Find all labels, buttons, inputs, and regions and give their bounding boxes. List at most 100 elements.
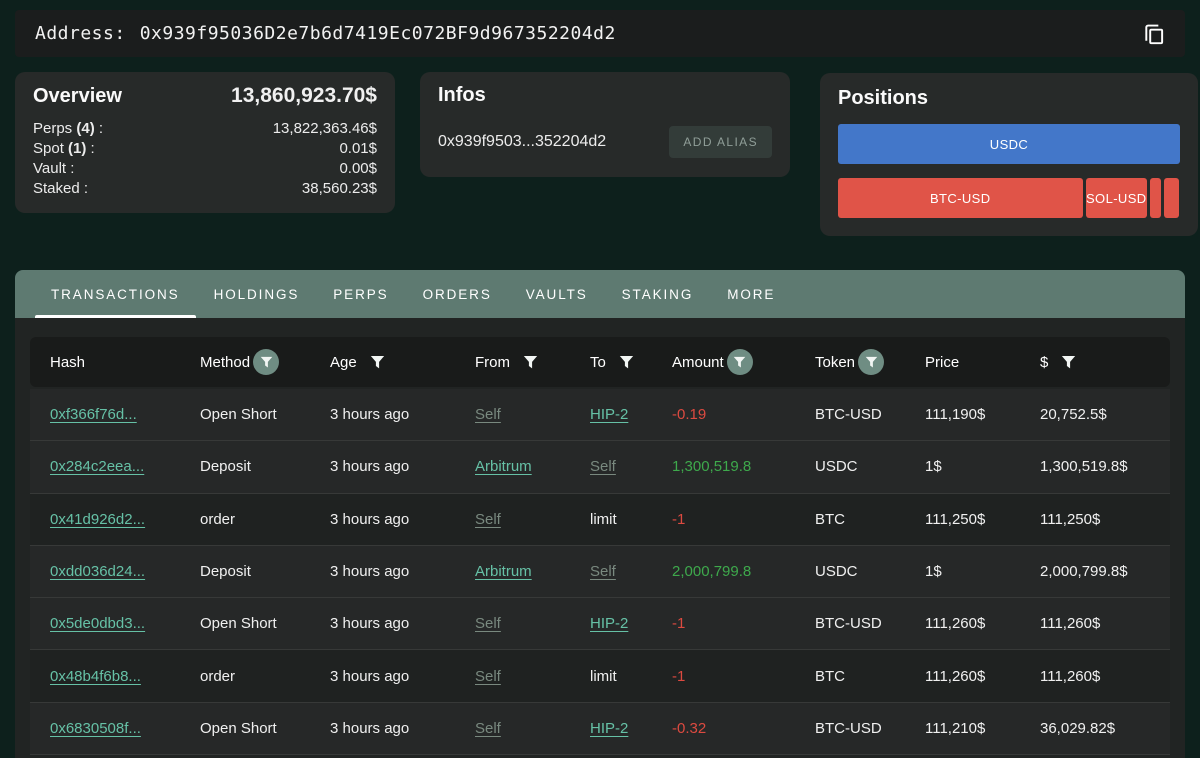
copy-icon xyxy=(1141,21,1167,47)
hash-cell: 0x284c2eea... xyxy=(50,458,200,475)
from-link[interactable]: Self xyxy=(475,406,501,423)
hash-link[interactable]: 0xdd036d24... xyxy=(50,563,145,580)
filter-icon[interactable] xyxy=(523,355,538,370)
long-positions-bar: USDC xyxy=(838,124,1180,164)
column-header-method: Method xyxy=(200,349,330,375)
tab-bar: TRANSACTIONSHOLDINGSPERPSORDERSVAULTSSTA… xyxy=(15,270,1185,318)
filter-icon[interactable] xyxy=(1061,355,1076,370)
from-link[interactable]: Self xyxy=(475,511,501,528)
tab-holdings[interactable]: HOLDINGS xyxy=(197,270,317,318)
address-bar: Address: 0x939f95036D2e7b6d7419Ec072BF9d… xyxy=(15,10,1185,57)
table-row: 0x41d926d2...order3 hours agoSelflimit-1… xyxy=(30,494,1170,546)
stat-suffix: : xyxy=(66,160,74,177)
method-cell: Deposit xyxy=(200,458,330,475)
token-cell: BTC xyxy=(815,668,925,685)
price-cell: 111,250$ xyxy=(925,511,1040,528)
overview-stat-row: Perps (4) :13,822,363.46$ xyxy=(33,119,377,139)
token-cell: BTC-USD xyxy=(815,406,925,423)
age-cell: 3 hours ago xyxy=(330,563,475,580)
column-header-to: To xyxy=(590,354,672,371)
from-cell: Self xyxy=(475,615,590,632)
from-link[interactable]: Self xyxy=(475,615,501,632)
from-link[interactable]: Self xyxy=(475,720,501,737)
hash-cell: 0x48b4f6b8... xyxy=(50,668,200,685)
filter-icon[interactable] xyxy=(253,349,279,375)
token-cell: USDC xyxy=(815,458,925,475)
add-alias-button[interactable]: ADD ALIAS xyxy=(669,126,772,158)
overview-stat-row: Spot (1) :0.01$ xyxy=(33,139,377,159)
table-body: 0xf366f76d...Open Short3 hours agoSelfHI… xyxy=(30,389,1170,755)
price-cell: 1$ xyxy=(925,563,1040,580)
to-link[interactable]: HIP-2 xyxy=(590,720,628,737)
token-cell: BTC-USD xyxy=(815,720,925,737)
to: limit xyxy=(590,511,617,528)
method-cell: order xyxy=(200,668,330,685)
column-label: Hash xyxy=(50,354,85,371)
copy-address-button[interactable] xyxy=(1139,19,1169,49)
from-link[interactable]: Arbitrum xyxy=(475,563,532,580)
address-text: Address: 0x939f95036D2e7b6d7419Ec072BF9d… xyxy=(35,23,616,44)
overview-stat-row: Staked : 38,560.23$ xyxy=(33,179,377,199)
column-label: Price xyxy=(925,354,959,371)
age-cell: 3 hours ago xyxy=(330,615,475,632)
hash-cell: 0x41d926d2... xyxy=(50,511,200,528)
hash-cell: 0xdd036d24... xyxy=(50,563,200,580)
stat-name: Staked xyxy=(33,180,80,197)
column-header-price: Price xyxy=(925,354,1040,371)
from-link[interactable]: Arbitrum xyxy=(475,458,532,475)
infos-card: Infos 0x939f9503...352204d2 ADD ALIAS xyxy=(420,72,790,177)
overview-stat-value: 38,560.23$ xyxy=(302,179,377,199)
stat-suffix: : xyxy=(80,180,88,197)
usd-cell: 111,260$ xyxy=(1040,668,1170,685)
column-header-age: Age xyxy=(330,354,475,371)
tab-vaults[interactable]: VAULTS xyxy=(509,270,605,318)
to-link[interactable]: Self xyxy=(590,458,616,475)
column-header-hash: Hash xyxy=(50,354,200,371)
hash-link[interactable]: 0x284c2eea... xyxy=(50,458,144,475)
filter-icon[interactable] xyxy=(619,355,634,370)
column-label: Age xyxy=(330,354,357,371)
filter-icon[interactable] xyxy=(858,349,884,375)
position-segment[interactable] xyxy=(1164,178,1179,218)
to-cell: limit xyxy=(590,511,672,528)
hash-link[interactable]: 0x48b4f6b8... xyxy=(50,668,141,685)
position-segment[interactable]: SOL-USD xyxy=(1086,178,1148,218)
hash-link[interactable]: 0xf366f76d... xyxy=(50,406,137,423)
price-cell: 111,190$ xyxy=(925,406,1040,423)
overview-stat-label: Staked : xyxy=(33,179,88,199)
from-cell: Arbitrum xyxy=(475,458,590,475)
hash-link[interactable]: 0x6830508f... xyxy=(50,720,141,737)
amount-cell: 1,300,519.8 xyxy=(672,458,815,475)
column-header-token: Token xyxy=(815,349,925,375)
method-cell: Open Short xyxy=(200,615,330,632)
overview-title: Overview xyxy=(33,85,122,108)
to-link[interactable]: HIP-2 xyxy=(590,615,628,632)
to-cell: limit xyxy=(590,668,672,685)
filter-icon[interactable] xyxy=(370,355,385,370)
from-link[interactable]: Self xyxy=(475,668,501,685)
hash-link[interactable]: 0x41d926d2... xyxy=(50,511,145,528)
tab-transactions[interactable]: TRANSACTIONS xyxy=(34,270,197,318)
filter-icon[interactable] xyxy=(727,349,753,375)
positions-bars: USDC BTC-USDSOL-USD xyxy=(838,124,1180,218)
from-cell: Self xyxy=(475,406,590,423)
address-value: 0x939f95036D2e7b6d7419Ec072BF9d967352204… xyxy=(140,23,616,44)
to-link[interactable]: Self xyxy=(590,563,616,580)
from-cell: Self xyxy=(475,668,590,685)
to-link[interactable]: HIP-2 xyxy=(590,406,628,423)
tab-more[interactable]: MORE xyxy=(710,270,792,318)
from-cell: Self xyxy=(475,720,590,737)
tab-orders[interactable]: ORDERS xyxy=(406,270,509,318)
positions-title: Positions xyxy=(838,87,928,109)
usd-cell: 36,029.82$ xyxy=(1040,720,1170,737)
hash-cell: 0x6830508f... xyxy=(50,720,200,737)
to: limit xyxy=(590,668,617,685)
positions-card: Positions USDC BTC-USDSOL-USD xyxy=(820,73,1198,236)
position-segment[interactable]: BTC-USD xyxy=(838,178,1083,218)
stat-suffix: : xyxy=(86,140,94,157)
tab-perps[interactable]: PERPS xyxy=(316,270,405,318)
tab-staking[interactable]: STAKING xyxy=(605,270,711,318)
hash-link[interactable]: 0x5de0dbd3... xyxy=(50,615,145,632)
position-segment[interactable] xyxy=(1150,178,1161,218)
position-segment[interactable]: USDC xyxy=(838,124,1180,164)
